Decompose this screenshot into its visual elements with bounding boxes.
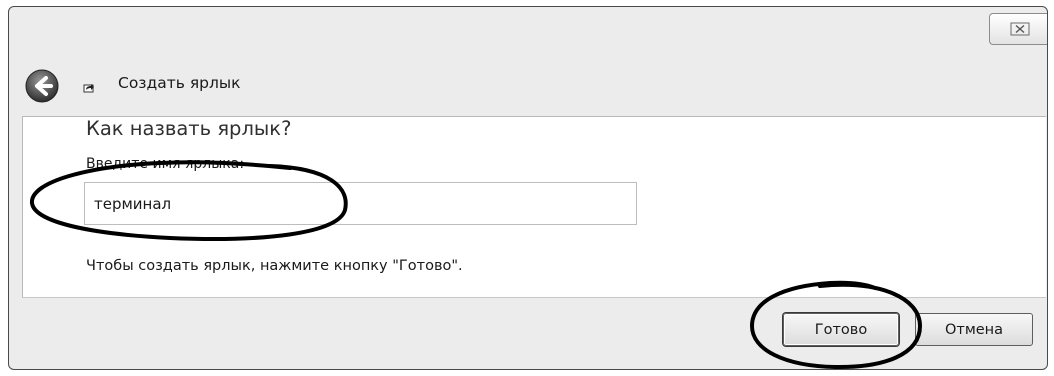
close-icon: [1010, 22, 1030, 36]
window-title: Создать ярлык: [118, 74, 241, 92]
instruction-text: Чтобы создать ярлык, нажмите кнопку "Гот…: [86, 258, 463, 274]
page-heading: Как назвать ярлык?: [86, 117, 292, 140]
back-arrow-icon[interactable]: [25, 69, 59, 103]
name-field-label: Введите имя ярлыка:: [86, 156, 245, 172]
cancel-button[interactable]: Отмена: [915, 313, 1033, 346]
shortcut-name-input[interactable]: [84, 182, 637, 225]
close-button[interactable]: [989, 13, 1047, 45]
finish-button[interactable]: Готово: [783, 313, 899, 346]
screenshot-page: Создать ярлык Как назвать ярлык? Введите…: [0, 0, 1054, 376]
shortcut-icon: [83, 84, 94, 93]
